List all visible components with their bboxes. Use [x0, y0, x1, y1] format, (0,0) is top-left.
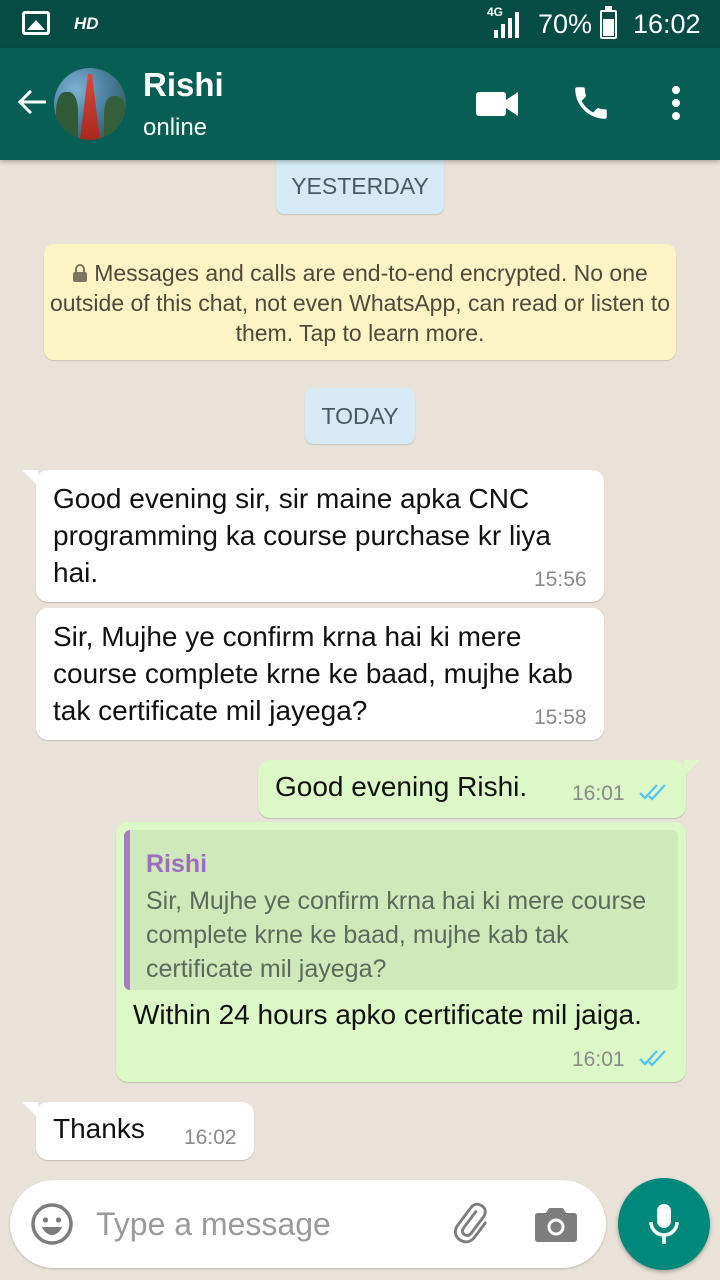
attach-icon[interactable]: [446, 1200, 494, 1248]
message-input[interactable]: [96, 1200, 426, 1248]
encryption-notice-text: Messages and calls are end-to-end encryp…: [49, 260, 671, 346]
battery-percent: 70%: [538, 9, 593, 39]
battery-icon: [600, 6, 617, 39]
back-arrow-icon[interactable]: [14, 84, 50, 120]
video-call-icon[interactable]: [474, 86, 520, 122]
quoted-text: Sir, Mujhe ye confirm krna hai ki mere c…: [146, 887, 647, 983]
signal-icon: [494, 12, 519, 38]
contact-status: online: [143, 114, 208, 141]
contact-avatar[interactable]: [54, 68, 126, 140]
incoming-message[interactable]: Thanks 16:02: [22, 1102, 254, 1160]
message-time: 16:02: [184, 1126, 237, 1149]
status-clock: 16:02: [633, 9, 701, 39]
phone-icon[interactable]: [570, 82, 612, 124]
status-bar: HD 4G 70% 16:02: [0, 0, 720, 48]
date-chip-today: TODAY: [305, 388, 415, 444]
emoji-icon[interactable]: [30, 1202, 74, 1246]
read-receipt-icon: [639, 784, 666, 801]
hd-indicator: HD: [74, 14, 99, 33]
gallery-notification-icon: [22, 11, 50, 35]
more-vert-icon[interactable]: [664, 82, 688, 124]
chat-header: Rishi online: [0, 48, 720, 160]
encryption-notice[interactable]: Messages and calls are end-to-end encryp…: [44, 244, 676, 360]
lock-icon: [72, 264, 88, 282]
incoming-message[interactable]: Good evening sir, sir maine apka CNC pro…: [22, 470, 604, 602]
message-text: Good evening sir, sir maine apka CNC pro…: [53, 483, 551, 588]
incoming-message[interactable]: Sir, Mujhe ye confirm krna hai ki mere c…: [36, 608, 604, 740]
chat-messages[interactable]: YESTERDAY Messages and calls are end-to-…: [0, 160, 720, 1170]
outgoing-message[interactable]: Good evening Rishi. 16:01: [258, 760, 700, 818]
read-receipt-icon: [639, 1050, 666, 1067]
message-text: Sir, Mujhe ye confirm krna hai ki mere c…: [53, 621, 573, 726]
quoted-message[interactable]: Rishi Sir, Mujhe ye confirm krna hai ki …: [124, 830, 678, 990]
message-composer: [10, 1180, 606, 1268]
voice-message-button[interactable]: [618, 1178, 710, 1270]
contact-name[interactable]: Rishi: [143, 66, 224, 104]
camera-icon[interactable]: [534, 1204, 578, 1244]
message-time: 16:01: [572, 1048, 625, 1071]
message-time: 16:01: [572, 782, 625, 805]
microphone-icon: [649, 1204, 679, 1244]
message-time: 15:56: [534, 568, 587, 591]
date-chip-yesterday: YESTERDAY: [276, 160, 444, 214]
quoted-author: Rishi: [146, 850, 208, 878]
message-time: 15:58: [534, 706, 587, 729]
outgoing-reply-message[interactable]: Rishi Sir, Mujhe ye confirm krna hai ki …: [116, 822, 686, 1082]
message-text: Within 24 hours apko certificate mil jai…: [133, 999, 642, 1030]
